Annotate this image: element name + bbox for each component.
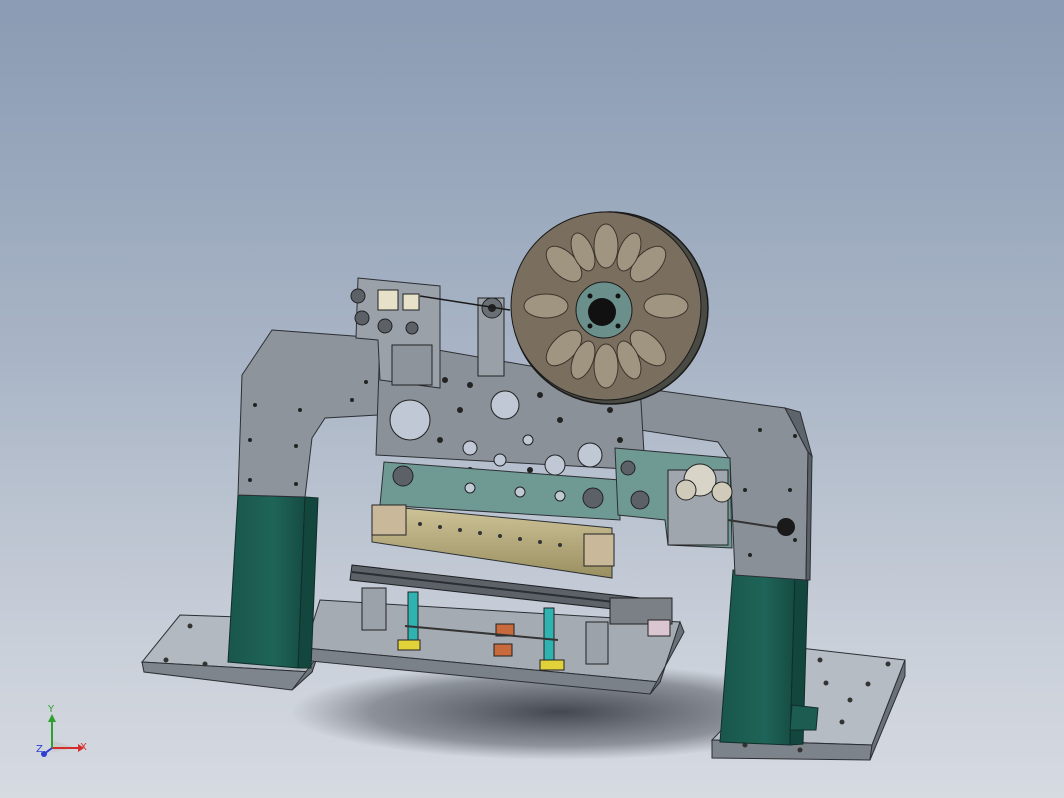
lever-knob[interactable] <box>777 518 795 536</box>
material-reel[interactable] <box>510 211 709 405</box>
left-leg[interactable] <box>227 494 319 669</box>
y-axis-label: Y <box>47 704 55 715</box>
graphics-viewport[interactable]: X Y Z <box>0 0 1064 798</box>
right-leg[interactable] <box>719 569 819 746</box>
z-axis-label: Z <box>36 744 43 755</box>
x-axis-label: X <box>80 742 87 753</box>
cad-model-scene[interactable]: X Y Z <box>0 0 1064 798</box>
coordinate-triad: X Y Z <box>36 704 87 757</box>
